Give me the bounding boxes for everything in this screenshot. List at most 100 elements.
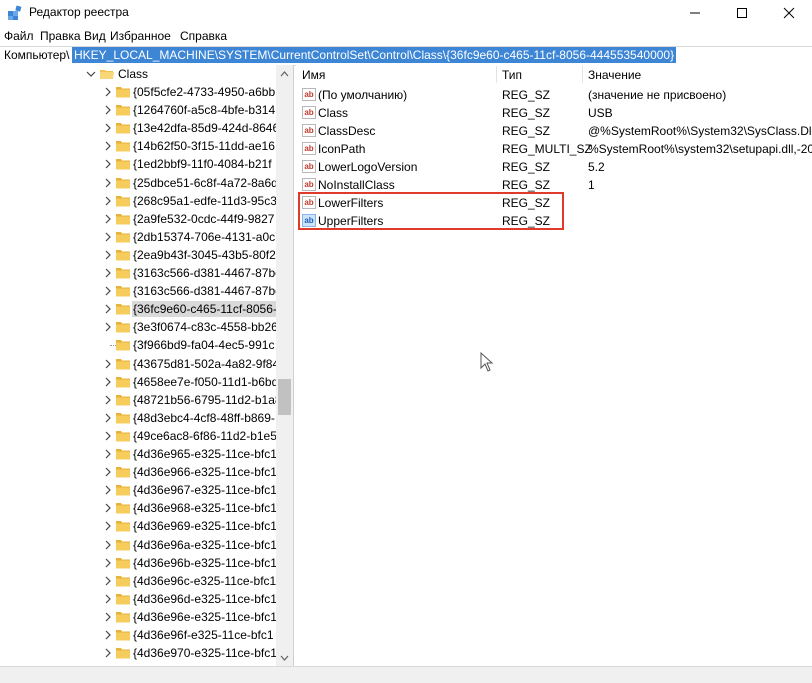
chevron-right-icon[interactable] [103,285,113,297]
chevron-right-icon[interactable] [103,86,113,98]
values-list[interactable]: Имя Тип Значение ab (По умолчанию) REG_SZ(… [296,65,812,666]
tree-item[interactable]: {25dbce51-6c8f-4a72-8a6d [0,174,278,192]
folder-icon [116,177,130,188]
scroll-up-button[interactable] [276,65,293,82]
chevron-right-icon[interactable] [103,158,113,170]
value-row[interactable]: ab LowerFilters REG_SZ [296,194,812,212]
chevron-right-icon[interactable] [103,267,113,279]
menu-file[interactable]: Файл [4,29,34,43]
chevron-right-icon[interactable] [103,231,113,243]
chevron-right-icon[interactable] [103,539,113,551]
chevron-right-icon[interactable] [103,647,113,659]
tree-item[interactable]: {4658ee7e-f050-11d1-b6bd [0,373,278,391]
chevron-right-icon[interactable] [103,394,113,406]
value-row[interactable]: ab IconPath REG_MULTI_SZ %SystemRoot%\syste… [296,140,812,158]
menu-edit[interactable]: Правка [40,29,81,43]
scroll-down-button[interactable] [276,649,293,666]
value-row[interactable]: ab UpperFilters REG_SZ [296,212,812,230]
registry-tree[interactable]: Class {05f5cfe2-4733-4950-a6bb {1264760f-… [0,65,294,666]
menu-view[interactable]: Вид [84,29,106,43]
chevron-right-icon[interactable] [103,104,113,116]
chevron-right-icon[interactable] [103,502,113,514]
chevron-right-icon[interactable] [103,575,113,587]
tree-item[interactable]: {4d36e969-e325-11ce-bfc1 [0,517,277,535]
tree-item[interactable]: {4d36e967-e325-11ce-bfc1 [0,481,277,499]
chevron-right-icon[interactable] [103,321,113,333]
folder-icon [116,593,130,605]
scroll-thumb[interactable] [278,379,291,415]
tree-item[interactable]: {4d36e96b-e325-11ce-bfc1 [0,554,277,572]
tree-item[interactable]: {4d36e970-e325-11ce-bfc1 [0,644,277,662]
address-bar[interactable]: Компьютер\ HKEY_LOCAL_MACHINE\SYSTEM\Cur… [0,46,812,66]
tree-item[interactable]: {48721b56-6795-11d2-b1a8 [0,391,282,409]
column-divider[interactable] [496,66,497,83]
menu-favorites[interactable]: Избранное [110,29,171,43]
tree-item[interactable]: {2db15374-706e-4131-a0c7 [0,228,282,246]
tree-item[interactable]: {3163c566-d381-4467-87bc [0,264,281,282]
chevron-down-icon[interactable] [86,68,96,80]
chevron-right-icon[interactable] [103,376,113,388]
chevron-right-icon[interactable] [103,122,113,134]
chevron-right-icon[interactable] [103,430,113,442]
tree-item[interactable]: {3e3f0674-c83c-4558-bb26 [0,318,278,336]
chevron-right-icon[interactable] [103,195,113,207]
tree-item[interactable]: {4d36e96f-e325-11ce-bfc1 [0,626,276,644]
tree-item[interactable]: {14b62f50-3f15-11dd-ae16 [0,137,276,155]
tree-item[interactable]: {4d36e96a-e325-11ce-bfc1 [0,536,277,554]
value-row[interactable]: ab LowerLogoVersion REG_SZ 5.2 [296,158,812,176]
tree-item[interactable]: {4d36e968-e325-11ce-bfc1 [0,499,277,517]
chevron-right-icon[interactable] [103,358,113,370]
tree-item[interactable]: {4d36e966-e325-11ce-bfc1 [0,463,277,481]
tree-item[interactable]: {3f966bd9-fa04-4ec5-991c [0,336,276,354]
chevron-right-icon[interactable] [103,412,113,424]
tree-item[interactable]: {1264760f-a5c8-4bfe-b314 [0,101,276,119]
maximize-button[interactable] [719,0,765,26]
folder-icon [116,557,130,569]
chevron-right-icon[interactable] [103,593,113,605]
tree-item[interactable]: {36fc9e60-c465-11cf-8056- [0,300,278,318]
tree-item[interactable]: {2a9fe532-0cdc-44f9-9827 [0,210,276,228]
tree-item-class[interactable]: Class [0,65,276,83]
chevron-right-icon[interactable] [103,611,113,623]
chevron-right-icon[interactable] [103,303,113,315]
chevron-right-icon[interactable] [103,629,113,641]
menu-help[interactable]: Справка [180,29,227,43]
value-name: LowerLogoVersion [318,160,418,174]
tree-item[interactable]: {4d36e96c-e325-11ce-bfc1 [0,572,276,590]
value-row[interactable]: ab NoInstallClass REG_SZ 1 [296,176,812,194]
tree-item[interactable]: {43675d81-502a-4a82-9f84 [0,355,279,373]
value-row[interactable]: ab ClassDesc REG_SZ @%SystemRoot%\System32\… [296,122,812,140]
chevron-right-icon[interactable] [103,466,113,478]
chevron-right-icon[interactable] [103,448,113,460]
tree-item[interactable]: {4d36e96d-e325-11ce-bfc1 [0,590,277,608]
tree-item[interactable]: {48d3ebc4-4cf8-48ff-b869- [0,409,276,427]
chevron-right-icon[interactable] [103,140,113,152]
chevron-right-icon[interactable] [103,213,113,225]
chevron-right-icon[interactable] [103,249,113,261]
tree-item[interactable]: {1ed2bbf9-11f0-4084-b21f [0,155,276,173]
tree-item[interactable]: {268c95a1-edfe-11d3-95c3 [0,192,277,210]
tree-item[interactable]: {4d36e96e-e325-11ce-bfc1 [0,608,277,626]
close-button[interactable] [766,0,812,26]
tree-item[interactable]: {13e42dfa-85d9-424d-8646 [0,119,279,137]
column-divider[interactable] [582,66,583,83]
tree-item[interactable]: {49ce6ac8-6f86-11d2-b1e5 [0,427,277,445]
chevron-right-icon[interactable] [103,557,113,569]
tree-item[interactable]: {3163c566-d381-4467-87bc [0,282,281,300]
chevron-right-icon[interactable] [103,177,113,189]
tree-item-label: Class [118,67,149,81]
column-type[interactable]: Тип [502,65,522,85]
value-row[interactable]: ab Class REG_SZ USB [296,104,812,122]
chevron-right-icon[interactable] [103,484,113,496]
folder-icon [116,630,130,641]
chevron-right-icon[interactable] [103,520,113,532]
column-value[interactable]: Значение [588,65,641,85]
value-row[interactable]: ab (По умолчанию) REG_SZ (значение не присв… [296,86,812,104]
column-name[interactable]: Имя [302,65,325,85]
tree-scrollbar[interactable] [276,65,293,666]
address-path[interactable]: HKEY_LOCAL_MACHINE\SYSTEM\CurrentControl… [72,47,677,63]
tree-item[interactable]: {4d36e965-e325-11ce-bfc1 [0,445,277,463]
tree-item[interactable]: {05f5cfe2-4733-4950-a6bb [0,83,276,101]
tree-item[interactable]: {2ea9b43f-3045-43b5-80f2 [0,246,276,264]
minimize-button[interactable] [672,0,718,26]
